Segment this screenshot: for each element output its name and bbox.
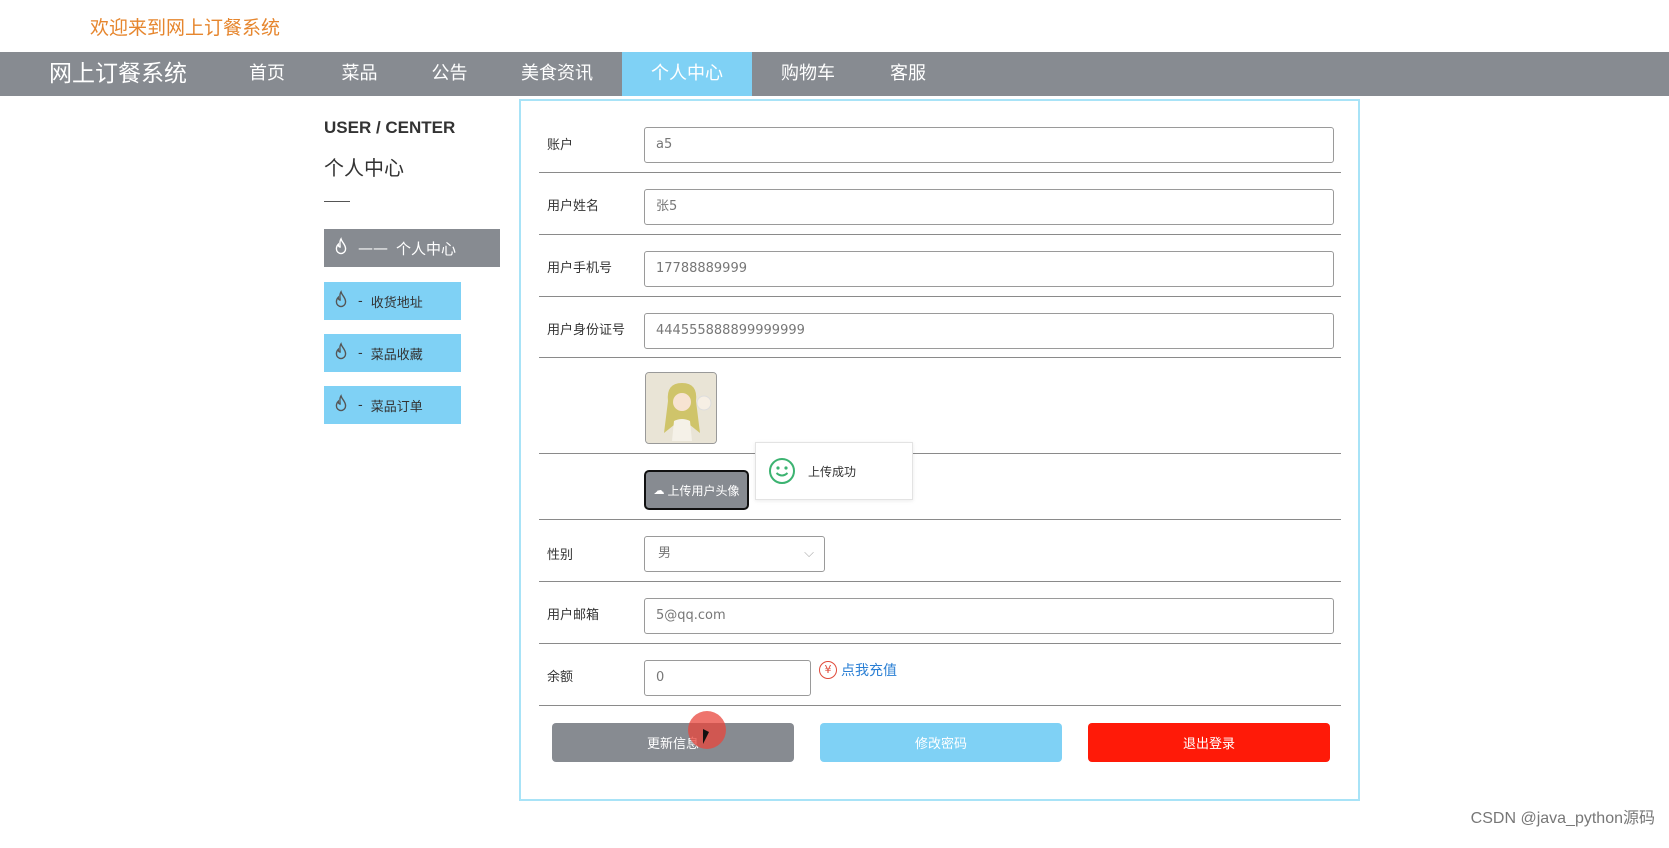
sidebar-item-label: 菜品收藏 [370, 347, 423, 363]
form-row-phone: 用户手机号 17788889999 [539, 235, 1341, 297]
name-label: 用户姓名 [547, 199, 600, 214]
sidebar-item-label: 收货地址 [370, 295, 423, 311]
top-navbar: 网上订餐系统 首页 菜品 公告 美食资讯 个人中心 购物车 客服 [0, 52, 1669, 96]
account-label: 账户 [547, 138, 574, 153]
form-row-avatar [539, 358, 1341, 454]
welcome-text: 欢迎来到网上订餐系统 [90, 17, 281, 39]
flame-icon [330, 237, 352, 259]
gender-select-value: 男 [658, 546, 672, 561]
update-info-button[interactable]: 更新信息 [552, 723, 794, 762]
email-input[interactable]: 5@qq.com [644, 598, 1334, 634]
form-row-account: 账户 a5 [539, 101, 1341, 173]
idcard-label: 用户身份证号 [547, 323, 626, 338]
toast-message: 上传成功 [808, 464, 857, 479]
balance-label: 余额 [547, 670, 574, 685]
form-row-gender: 性别 男 ⌵ [539, 520, 1341, 582]
sidebar-title-en: USER / CENTER [324, 118, 456, 137]
sidebar-item-user-center[interactable]: —— 个人中心 [324, 229, 500, 267]
name-input[interactable]: 张5 [644, 189, 1334, 225]
nav-dishes[interactable]: 菜品 [312, 52, 407, 96]
nav-home[interactable]: 首页 [222, 52, 312, 96]
mouse-cursor-icon [703, 729, 709, 744]
nav-food-news[interactable]: 美食资讯 [492, 52, 622, 96]
chevron-down-icon: ⌵ [804, 546, 814, 561]
phone-input[interactable]: 17788889999 [644, 251, 1334, 287]
change-password-button[interactable]: 修改密码 [820, 723, 1062, 762]
sidebar-divider [324, 201, 350, 202]
idcard-input[interactable]: 444555888899999999 [644, 313, 1334, 349]
recharge-label: 点我充值 [841, 663, 897, 679]
recharge-link[interactable]: ¥ 点我充值 [819, 660, 897, 680]
nav-cart[interactable]: 购物车 [752, 52, 864, 96]
sidebar-item-label: 个人中心 [396, 239, 457, 258]
email-label: 用户邮箱 [547, 608, 600, 623]
form-row-balance: 余额 0 ¥ 点我充值 [539, 644, 1341, 706]
flame-icon [330, 342, 352, 364]
form-row-upload: ☁ 上传用户头像 [539, 454, 1341, 520]
smile-icon [768, 457, 796, 485]
sidebar-item-address[interactable]: - 收货地址 [324, 282, 461, 320]
logout-button[interactable]: 退出登录 [1088, 723, 1330, 762]
balance-input[interactable]: 0 [644, 660, 811, 696]
form-row-idcard: 用户身份证号 444555888899999999 [539, 297, 1341, 358]
nav-service[interactable]: 客服 [864, 52, 952, 96]
sidebar-item-label: 菜品订单 [370, 399, 423, 415]
cloud-upload-icon: ☁ [653, 483, 665, 497]
watermark: CSDN @java_python源码 [1470, 810, 1655, 827]
gender-label: 性别 [547, 548, 574, 563]
upload-success-toast: 上传成功 [755, 442, 913, 500]
user-avatar [645, 372, 717, 444]
sidebar: USER / CENTER 个人中心 [324, 118, 504, 202]
yen-icon: ¥ [819, 661, 837, 679]
sidebar-item-favorites[interactable]: - 菜品收藏 [324, 334, 461, 372]
profile-form-panel: 账户 a5 用户姓名 张5 用户手机号 17788889999 用户身份证号 4… [519, 99, 1360, 801]
sidebar-item-prefix: - [358, 293, 363, 309]
brand-title: 网上订餐系统 [49, 61, 187, 87]
form-row-name: 用户姓名 张5 [539, 173, 1341, 235]
sidebar-item-prefix: - [358, 345, 363, 361]
upload-avatar-label: 上传用户头像 [667, 483, 740, 498]
form-row-email: 用户邮箱 5@qq.com [539, 582, 1341, 644]
account-input[interactable]: a5 [644, 127, 1334, 163]
sidebar-item-prefix: - [358, 397, 363, 413]
gender-select[interactable]: 男 ⌵ [644, 536, 825, 572]
flame-icon [330, 290, 352, 312]
flame-icon [330, 394, 352, 416]
upload-avatar-button[interactable]: ☁ 上传用户头像 [644, 470, 749, 510]
sidebar-item-orders[interactable]: - 菜品订单 [324, 386, 461, 424]
phone-label: 用户手机号 [547, 261, 613, 276]
sidebar-title-cn: 个人中心 [324, 156, 404, 180]
nav-user-center[interactable]: 个人中心 [622, 52, 752, 96]
nav-notice[interactable]: 公告 [407, 52, 492, 96]
sidebar-item-prefix: —— [358, 239, 388, 257]
